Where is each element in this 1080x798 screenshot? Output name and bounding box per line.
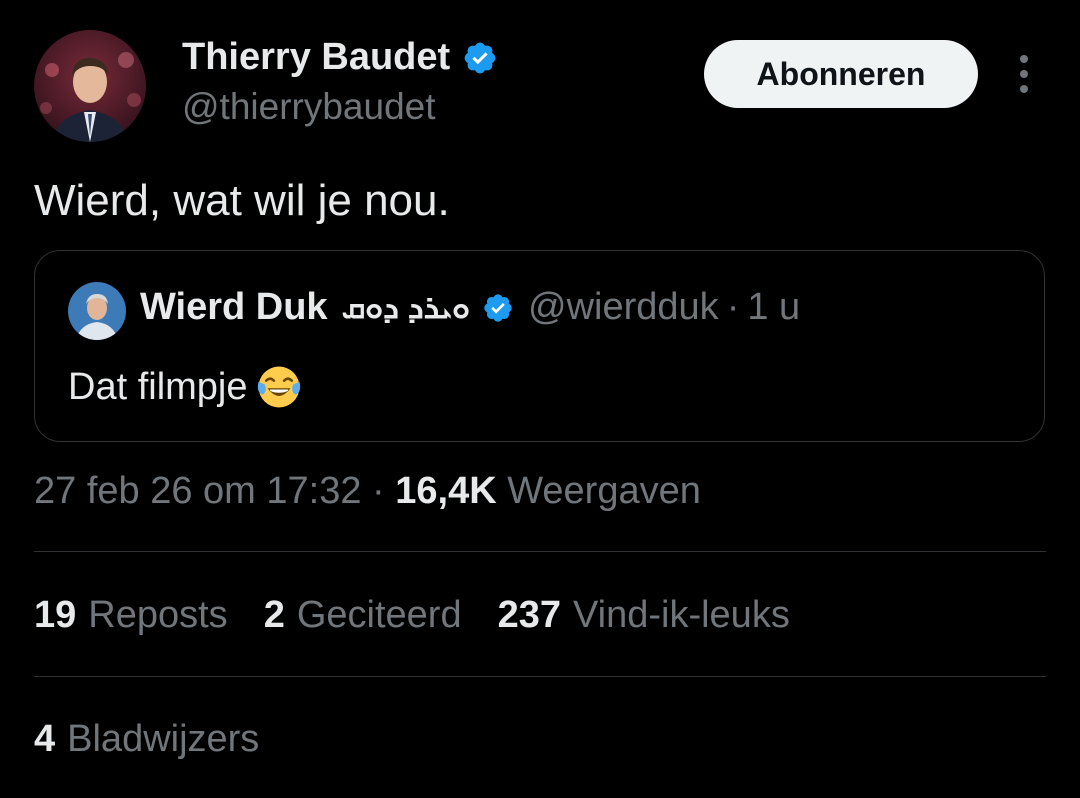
quote-author-handle[interactable]: @wierdduk — [528, 286, 719, 329]
bookmarks-stat[interactable]: 4 Bladwijzers — [34, 718, 259, 761]
face-with-tears-of-joy-icon — [257, 366, 300, 408]
views-count: 16,4K — [395, 470, 497, 512]
author-handle[interactable]: @thierrybaudet — [182, 86, 436, 128]
likes-stat[interactable]: 237 Vind-ik-leuks — [498, 594, 790, 637]
bookmarks-count: 4 — [34, 718, 56, 760]
reposts-count: 19 — [34, 594, 77, 636]
quote-timestamp[interactable]: 1 u — [747, 286, 800, 329]
quotes-count: 2 — [263, 594, 285, 636]
likes-count: 237 — [497, 594, 561, 636]
tweet-meta: 27 feb 26 om 17:32 · 16,4K Weergaven — [34, 470, 701, 513]
author-name-row[interactable]: Thierry Baudet — [182, 36, 498, 79]
more-dot — [1020, 70, 1028, 78]
reposts-stat[interactable]: 19 Reposts — [34, 594, 228, 637]
quote-author-avatar[interactable] — [68, 282, 126, 340]
author-avatar[interactable] — [34, 30, 146, 142]
quote-tweet-card[interactable] — [34, 250, 1045, 442]
author-name[interactable]: Thierry Baudet — [182, 36, 450, 79]
verified-badge-icon — [484, 293, 512, 322]
quote-text-row: Dat filmpje — [68, 364, 302, 410]
tweet-timestamp[interactable]: 27 feb 26 om 17:32 — [34, 470, 361, 512]
quotes-stat[interactable]: 2 Geciteerd — [264, 594, 462, 637]
quotes-label: Geciteerd — [296, 594, 462, 636]
bookmarks-label: Bladwijzers — [67, 718, 260, 760]
quote-header: Wierd Duk ܘܝܪܕ ܕܘܩ @wierdduk · 1 u — [140, 286, 800, 329]
reposts-label: Reposts — [88, 594, 228, 636]
likes-label: Vind-ik-leuks — [572, 594, 790, 636]
more-dot — [1020, 55, 1028, 63]
follow-button[interactable]: Abonneren — [704, 40, 978, 108]
separator-dot: · — [372, 470, 385, 512]
profile-photo — [34, 30, 146, 142]
more-options-icon[interactable] — [1004, 52, 1044, 96]
verified-badge-icon — [464, 42, 496, 73]
quote-text: Dat filmpje — [68, 365, 248, 408]
tweet-text: Wierd, wat wil je nou. — [34, 176, 450, 225]
separator-dot: · — [726, 286, 740, 328]
divider — [34, 551, 1046, 552]
engagement-stats: 19 Reposts 2 Geciteerd 237 Vind-ik-leuks — [34, 594, 826, 637]
quote-author-name-suffix: ܘܝܪܕ ܕܘܩ — [341, 288, 471, 325]
profile-photo — [68, 282, 126, 340]
more-dot — [1020, 85, 1028, 93]
views-label: Weergaven — [507, 470, 701, 512]
divider — [34, 676, 1046, 677]
quote-author-name[interactable]: Wierd Duk — [140, 286, 328, 329]
